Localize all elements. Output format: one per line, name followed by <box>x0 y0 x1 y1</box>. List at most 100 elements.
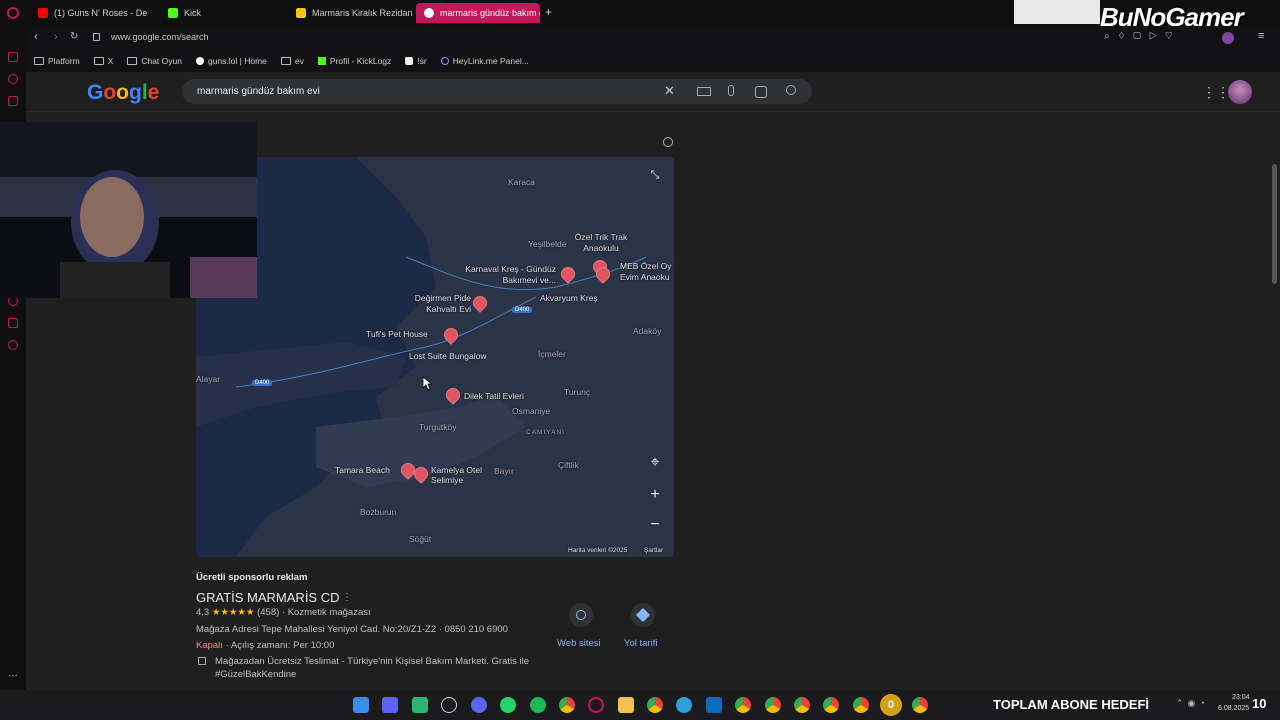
chat-icon[interactable] <box>8 318 18 328</box>
mic-icon[interactable] <box>728 85 734 96</box>
zoom-in-button[interactable]: + <box>643 483 667 507</box>
map-label: Turunç <box>564 387 591 397</box>
chrome-icon[interactable] <box>823 697 839 713</box>
map-label[interactable]: Kamelya Otel Selimiye <box>431 465 501 485</box>
spotify-icon[interactable] <box>530 697 546 713</box>
map-label[interactable]: Karnaval Kreş - Gündüz Bakımevi ve... <box>458 264 556 286</box>
chrome-icon[interactable] <box>853 697 869 713</box>
keyboard-icon[interactable] <box>697 87 711 96</box>
telegram-icon[interactable] <box>676 697 692 713</box>
tab-marmaris-rezidans[interactable]: Marmaris Kiralık Rezidans <box>288 3 412 23</box>
subscriber-counter: 0 <box>880 694 902 716</box>
forward-icon[interactable]: › <box>54 31 58 43</box>
info-icon[interactable] <box>663 137 673 147</box>
shield-app-icon[interactable] <box>382 697 398 713</box>
map-label: Osmaniye <box>512 406 551 416</box>
website-label[interactable]: Web sitesi <box>557 638 601 649</box>
avatar-small[interactable] <box>1222 32 1234 44</box>
scrollbar[interactable] <box>1272 164 1277 284</box>
bookmark-platform[interactable]: Platform <box>34 56 80 66</box>
chrome-icon[interactable] <box>735 697 751 713</box>
ad-address: Mağaza Adresi Tepe Mahallesi Yeniyol Cad… <box>196 624 508 635</box>
bookmark-kicklogz[interactable]: Profil - KickLogz <box>317 56 391 66</box>
bookmark-heylink[interactable]: HeyLink.me Panel... <box>440 56 529 66</box>
address-bar: ‹ › ↻ www.google.com/search ⌕♢▢▷♡ ≡ <box>0 26 1280 50</box>
map-terms-link[interactable]: Şartlar <box>644 547 663 554</box>
map-label[interactable]: Değirmen Pide Kahvaltı Evi <box>401 293 471 315</box>
chrome-icon[interactable] <box>912 697 928 713</box>
tab-label: Marmaris Kiralık Rezidans <box>312 8 412 18</box>
opera-icon[interactable] <box>588 697 604 713</box>
local-map[interactable]: D400 D400 Karaca Özel Trik Trak Anaokulu… <box>196 157 674 557</box>
chrome-icon[interactable] <box>765 697 781 713</box>
search-input[interactable]: marmaris gündüz bakım evi <box>182 79 812 104</box>
directions-label[interactable]: Yol tarifi <box>624 638 657 649</box>
bag-icon[interactable] <box>8 96 18 106</box>
youtube-icon <box>38 8 48 18</box>
map-label[interactable]: Dilek Tatil Evleri <box>464 391 524 401</box>
map-label[interactable]: Tufi's Pet House <box>366 329 428 339</box>
map-label: Söğüt <box>409 534 432 544</box>
chrome-icon[interactable] <box>794 697 810 713</box>
tab-kick[interactable]: Kick <box>160 3 280 23</box>
chrome-icon[interactable] <box>647 697 663 713</box>
overlay-box <box>1014 0 1100 24</box>
tab-google-search[interactable]: marmaris gündüz bakım e <box>416 3 540 23</box>
google-logo-text: Google <box>87 81 159 104</box>
url-field[interactable]: www.google.com/search <box>111 32 209 42</box>
zoom-out-button[interactable]: − <box>643 513 667 537</box>
my-location-button[interactable]: ⌖ <box>643 451 667 475</box>
ad-feature: Mağazadan Ücretsiz Teslimat - Türkiye'ni… <box>215 656 530 680</box>
lock-icon <box>93 33 100 41</box>
google-icon <box>424 8 434 18</box>
map-label[interactable]: Lost Suite Bungalow <box>409 351 487 361</box>
bookmark-guns-lol[interactable]: guns.lol | Home <box>195 56 267 66</box>
mouse-cursor-icon <box>423 377 433 391</box>
review-count: (458) <box>257 607 280 618</box>
discord-icon[interactable] <box>471 697 487 713</box>
chrome-icon[interactable] <box>559 697 575 713</box>
bookmark-chat-oyun[interactable]: Chat Oyun <box>127 56 182 66</box>
outlook-icon[interactable] <box>706 697 722 713</box>
back-icon[interactable]: ‹ <box>34 31 38 43</box>
collapse-map-button[interactable]: ⤡ <box>643 163 667 187</box>
apps-icon[interactable]: ⋮⋮ <box>1202 84 1230 101</box>
windows-start-icon[interactable] <box>353 697 369 713</box>
clear-icon[interactable]: ✕ <box>664 83 675 99</box>
road-label: D400 <box>252 380 273 386</box>
store-icon <box>198 657 206 665</box>
rating-row: 4,3 ★★★★★ (458) · Kozmetik mağazası <box>196 607 371 618</box>
tab-label: (1) Guns N' Roses - De <box>54 8 148 18</box>
notification-badge[interactable]: 10 <box>1252 696 1266 711</box>
map-label[interactable]: Akvaryum Kreş <box>540 293 598 303</box>
lens-icon[interactable] <box>755 86 767 98</box>
menu-icon[interactable]: ≡ <box>1258 30 1264 42</box>
folder-icon[interactable] <box>618 697 634 713</box>
bookmark-x[interactable]: X <box>93 56 113 66</box>
settings-icon[interactable] <box>8 340 18 350</box>
messenger-icon[interactable] <box>8 52 18 62</box>
search-icon[interactable] <box>786 85 796 95</box>
google-logo[interactable]: Google <box>87 81 159 105</box>
reload-icon[interactable]: ↻ <box>70 31 78 42</box>
map-label: CAMIYANI <box>526 429 565 436</box>
folder-icon <box>280 57 291 65</box>
more-icon[interactable]: ··· <box>8 670 18 681</box>
map-label[interactable]: MEB Özel Oy Evim Anaoku <box>620 261 674 283</box>
map-label[interactable]: Tamara Beach <box>335 465 390 475</box>
new-tab-button[interactable]: + <box>545 5 552 19</box>
tab-youtube[interactable]: (1) Guns N' Roses - De <box>30 3 156 23</box>
whatsapp-icon[interactable] <box>500 697 516 713</box>
bookmark-sr[interactable]: !sr <box>405 56 427 66</box>
browser-logo-icon[interactable] <box>7 7 19 19</box>
history-icon[interactable] <box>8 74 18 84</box>
map-label[interactable]: Özel Trik Trak Anaokulu <box>571 232 631 254</box>
bookmark-ev[interactable]: ev <box>280 56 304 66</box>
settings-app-icon[interactable] <box>441 697 457 713</box>
app-icon[interactable] <box>412 697 428 713</box>
more-options-icon[interactable]: ⋮ <box>342 592 352 603</box>
logo-letter: o <box>116 81 129 104</box>
avatar[interactable] <box>1228 80 1252 104</box>
ad-title[interactable]: GRATİS MARMARİS CD <box>196 590 340 605</box>
taskbar: 0 TOPLAM ABONE HEDEFİ ⌃◉◔ 23:04 6.08.202… <box>0 690 1280 720</box>
